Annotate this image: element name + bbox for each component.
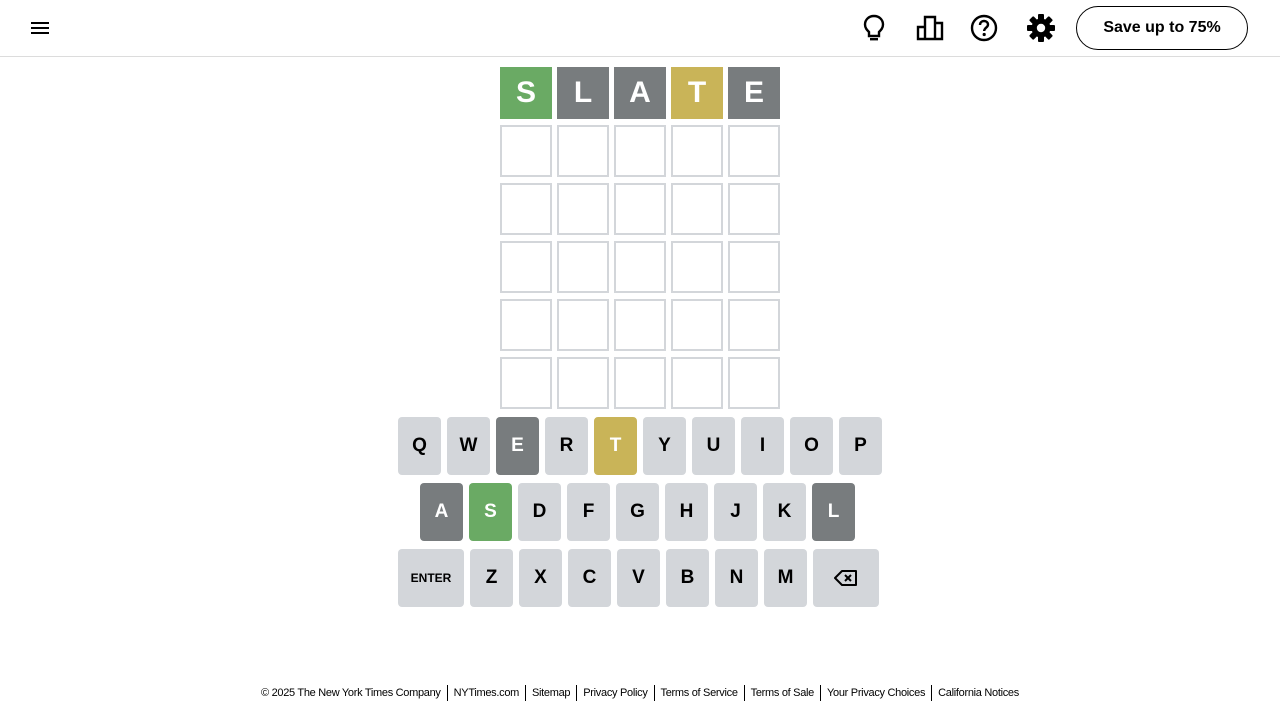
footer-link-text[interactable]: Privacy Policy [583, 687, 648, 699]
board-tile [557, 357, 609, 409]
key-j[interactable]: J [714, 483, 757, 541]
board-tile: E [728, 67, 780, 119]
bar-chart-icon[interactable] [915, 13, 945, 43]
save-offer-button[interactable]: Save up to 75% [1076, 6, 1248, 50]
footer-link-text[interactable]: Sitemap [532, 687, 571, 699]
footer-link[interactable]: NYTimes.com [446, 685, 525, 701]
key-x[interactable]: X [519, 549, 562, 607]
keyboard-row-3: ENTER Z X C V B N M [398, 549, 879, 607]
footer-copyright: © 2025 The New York Times Company [261, 687, 441, 699]
board-tile [728, 299, 780, 351]
board-tile: L [557, 67, 609, 119]
key-t[interactable]: T [594, 417, 637, 475]
game-board: SLATE [500, 67, 780, 409]
footer-link[interactable]: California Notices [931, 685, 1025, 701]
key-g[interactable]: G [616, 483, 659, 541]
enter-key[interactable]: ENTER [398, 549, 464, 607]
lightbulb-icon[interactable] [859, 13, 889, 43]
board-tile: S [500, 67, 552, 119]
key-u[interactable]: U [692, 417, 735, 475]
key-y[interactable]: Y [643, 417, 686, 475]
key-k[interactable]: K [763, 483, 806, 541]
footer-link[interactable]: Terms of Sale [743, 685, 820, 701]
keyboard-row-2: ASDFGHJKL [420, 483, 855, 541]
gear-icon[interactable] [1026, 13, 1056, 43]
key-r[interactable]: R [545, 417, 588, 475]
key-b[interactable]: B [666, 549, 709, 607]
board-tile [614, 241, 666, 293]
backspace-icon [834, 569, 858, 587]
key-h[interactable]: H [665, 483, 708, 541]
board-tile [500, 183, 552, 235]
key-c[interactable]: C [568, 549, 611, 607]
footer: © 2025 The New York Times Company NYTime… [0, 684, 1280, 702]
board-tile [500, 241, 552, 293]
backspace-key[interactable] [813, 549, 879, 607]
board-tile [614, 125, 666, 177]
top-bar: Save up to 75% [0, 0, 1280, 57]
footer-link[interactable]: Privacy Policy [576, 685, 653, 701]
footer-link-text[interactable]: California Notices [938, 687, 1019, 699]
board-tile [671, 357, 723, 409]
board-tile [728, 125, 780, 177]
footer-link-text[interactable]: Your Privacy Choices [827, 687, 925, 699]
footer-link-text[interactable]: Terms of Sale [751, 687, 815, 699]
board-tile [557, 241, 609, 293]
board-tile [728, 357, 780, 409]
board-tile [614, 299, 666, 351]
menu-icon[interactable] [26, 14, 54, 42]
key-e[interactable]: E [496, 417, 539, 475]
key-f[interactable]: F [567, 483, 610, 541]
footer-link[interactable]: Your Privacy Choices [820, 685, 931, 701]
key-n[interactable]: N [715, 549, 758, 607]
key-v[interactable]: V [617, 549, 660, 607]
key-o[interactable]: O [790, 417, 833, 475]
board-tile [500, 357, 552, 409]
footer-link[interactable]: Terms of Service [653, 685, 744, 701]
board-tile: T [671, 67, 723, 119]
key-l[interactable]: L [812, 483, 855, 541]
footer-link-text[interactable]: NYTimes.com [454, 687, 520, 699]
help-icon[interactable] [969, 13, 999, 43]
key-p[interactable]: P [839, 417, 882, 475]
board-tile [500, 125, 552, 177]
key-d[interactable]: D [518, 483, 561, 541]
key-w[interactable]: W [447, 417, 490, 475]
board-tile [500, 299, 552, 351]
key-s[interactable]: S [469, 483, 512, 541]
board-tile [671, 241, 723, 293]
board-tile [728, 241, 780, 293]
key-m[interactable]: M [764, 549, 807, 607]
board-tile [728, 183, 780, 235]
board-tile [671, 183, 723, 235]
key-q[interactable]: Q [398, 417, 441, 475]
board-tile [614, 357, 666, 409]
footer-link-text[interactable]: Terms of Service [661, 687, 738, 699]
board-tile [557, 299, 609, 351]
footer-link[interactable]: Sitemap [525, 685, 576, 701]
board-tile: A [614, 67, 666, 119]
key-a[interactable]: A [420, 483, 463, 541]
keyboard-row-1: QWERTYUIOP [398, 417, 882, 475]
key-z[interactable]: Z [470, 549, 513, 607]
key-i[interactable]: I [741, 417, 784, 475]
board-tile [671, 125, 723, 177]
board-tile [671, 299, 723, 351]
board-tile [614, 183, 666, 235]
board-tile [557, 183, 609, 235]
board-tile [557, 125, 609, 177]
